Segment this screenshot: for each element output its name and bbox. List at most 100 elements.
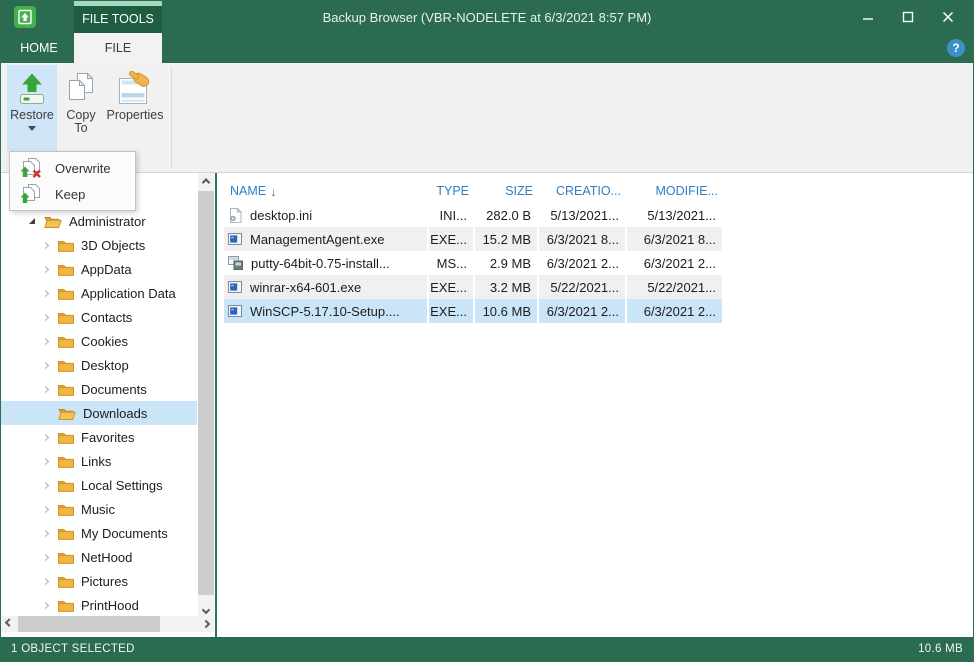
tree-item-label: AppData (81, 262, 132, 277)
file-type-cell: EXE... (429, 299, 475, 323)
tree-item-pictures[interactable]: Pictures (1, 569, 197, 593)
column-header-modifie[interactable]: MODIFIE... (627, 184, 724, 198)
tree-item-contacts[interactable]: Contacts (1, 305, 197, 329)
tree-expanded-icon[interactable] (29, 218, 44, 224)
sort-descending-icon: ↓ (270, 184, 277, 199)
tree-item-documents[interactable]: Documents (1, 377, 197, 401)
tree-item-label: Pictures (81, 574, 128, 589)
folder-icon (58, 599, 74, 612)
chevron-left-icon (5, 618, 13, 626)
tree-item-administrator[interactable]: Administrator (1, 209, 197, 233)
tree-collapsed-icon[interactable] (43, 363, 58, 368)
tree-item-3d-objects[interactable]: 3D Objects (1, 233, 197, 257)
file-name-cell: winrar-x64-601.exe (224, 275, 429, 299)
tree-item-application-data[interactable]: Application Data (1, 281, 197, 305)
collapsed-chevron-icon (42, 361, 49, 368)
horizontal-scroll-thumb[interactable] (18, 616, 160, 632)
menu-item-overwrite[interactable]: Overwrite (10, 155, 135, 181)
tree-item-desktop[interactable]: Desktop (1, 353, 197, 377)
vertical-scroll-thumb[interactable] (198, 191, 214, 595)
tree-vertical-scrollbar[interactable] (198, 173, 214, 618)
tab-file[interactable]: FILE (74, 33, 162, 63)
tree-item-music[interactable]: Music (1, 497, 197, 521)
file-row-winscp-5-17-10-setup[interactable]: WinSCP-5.17.10-Setup....EXE...10.6 MB6/3… (217, 299, 724, 323)
column-header-type[interactable]: TYPE (429, 184, 475, 198)
scroll-left-button[interactable] (1, 616, 17, 632)
tree-collapsed-icon[interactable] (43, 435, 58, 440)
tree-item-label: Local Settings (81, 478, 163, 493)
maximize-button[interactable] (895, 6, 921, 28)
column-header-label: TYPE (436, 184, 469, 198)
column-header-size[interactable]: SIZE (475, 184, 539, 198)
tree-item-favorites[interactable]: Favorites (1, 425, 197, 449)
collapsed-chevron-icon (42, 385, 49, 392)
tree-item-my-documents[interactable]: My Documents (1, 521, 197, 545)
tree-collapsed-icon[interactable] (43, 603, 58, 608)
tree-collapsed-icon[interactable] (43, 555, 58, 560)
tree-item-local-settings[interactable]: Local Settings (1, 473, 197, 497)
help-icon[interactable]: ? (947, 39, 965, 57)
tree-collapsed-icon[interactable] (43, 267, 58, 272)
file-created-cell: 5/13/2021... (539, 203, 627, 227)
scroll-up-button[interactable] (198, 173, 214, 189)
chevron-down-icon (202, 606, 210, 614)
tree-horizontal-scrollbar[interactable] (1, 616, 214, 632)
tree-collapsed-icon[interactable] (43, 243, 58, 248)
close-button[interactable] (935, 6, 961, 28)
file-size-cell: 3.2 MB (475, 275, 539, 299)
tree-collapsed-icon[interactable] (43, 315, 58, 320)
tree-collapsed-icon[interactable] (43, 339, 58, 344)
tree-item-appdata[interactable]: AppData (1, 257, 197, 281)
copy-to-label: Copy To (63, 109, 99, 135)
file-type-cell: EXE... (429, 275, 475, 299)
column-header-creatio[interactable]: CREATIO... (539, 184, 627, 198)
folder-open-icon (44, 215, 62, 228)
tree-collapsed-icon[interactable] (43, 507, 58, 512)
restore-overwrite-icon (19, 157, 43, 179)
tree-collapsed-icon[interactable] (43, 483, 58, 488)
ribbon: Restore Copy To (1, 63, 973, 173)
tree-item-label: Downloads (83, 406, 147, 421)
file-type-cell: MS... (429, 251, 475, 275)
file-modified-cell: 5/13/2021... (627, 203, 724, 227)
file-row-winrar-x64-601-exe[interactable]: winrar-x64-601.exeEXE...3.2 MB5/22/2021.… (217, 275, 724, 299)
file-name-label: ManagementAgent.exe (250, 232, 384, 247)
folder-icon (58, 311, 74, 324)
column-header-name[interactable]: NAME↓ (224, 184, 429, 199)
properties-icon (115, 70, 155, 108)
tree-collapsed-icon[interactable] (43, 579, 58, 584)
tree-item-links[interactable]: Links (1, 449, 197, 473)
folder-icon (58, 287, 74, 300)
file-row-desktop-ini[interactable]: desktop.iniINI...282.0 B5/13/2021...5/13… (217, 203, 724, 227)
msi-file-icon (228, 256, 243, 270)
tree-collapsed-icon[interactable] (43, 387, 58, 392)
tree-item-printhood[interactable]: PrintHood (1, 593, 197, 617)
file-size-cell: 15.2 MB (475, 227, 539, 251)
copy-to-button[interactable]: Copy To (60, 65, 102, 151)
tree-item-label: Documents (81, 382, 147, 397)
tree-item-downloads[interactable]: Downloads (1, 401, 197, 425)
scroll-right-button[interactable] (198, 616, 214, 632)
file-created-cell: 6/3/2021 8... (539, 227, 627, 251)
tree-item-cookies[interactable]: Cookies (1, 329, 197, 353)
restore-button[interactable]: Restore (7, 65, 57, 151)
tree-collapsed-icon[interactable] (43, 291, 58, 296)
folder-icon (58, 335, 74, 348)
properties-label: Properties (107, 109, 164, 122)
tab-home[interactable]: HOME (7, 33, 71, 63)
file-name-cell: desktop.ini (224, 203, 429, 227)
menu-item-keep[interactable]: Keep (10, 181, 135, 207)
file-row-managementagent-exe[interactable]: ManagementAgent.exeEXE...15.2 MB6/3/2021… (217, 227, 724, 251)
tree-item-nethood[interactable]: NetHood (1, 545, 197, 569)
collapsed-chevron-icon (42, 313, 49, 320)
tree-item-label: 3D Objects (81, 238, 145, 253)
minimize-button[interactable] (855, 6, 881, 28)
exe-file-icon (228, 233, 242, 245)
tree-collapsed-icon[interactable] (43, 459, 58, 464)
folder-icon (58, 239, 74, 252)
properties-button[interactable]: Properties (103, 65, 167, 151)
file-name-label: WinSCP-5.17.10-Setup.... (250, 304, 400, 319)
file-row-putty-64bit-0-75-install[interactable]: putty-64bit-0.75-install...MS...2.9 MB6/… (217, 251, 724, 275)
tree-item-label: Desktop (81, 358, 129, 373)
tree-collapsed-icon[interactable] (43, 531, 58, 536)
